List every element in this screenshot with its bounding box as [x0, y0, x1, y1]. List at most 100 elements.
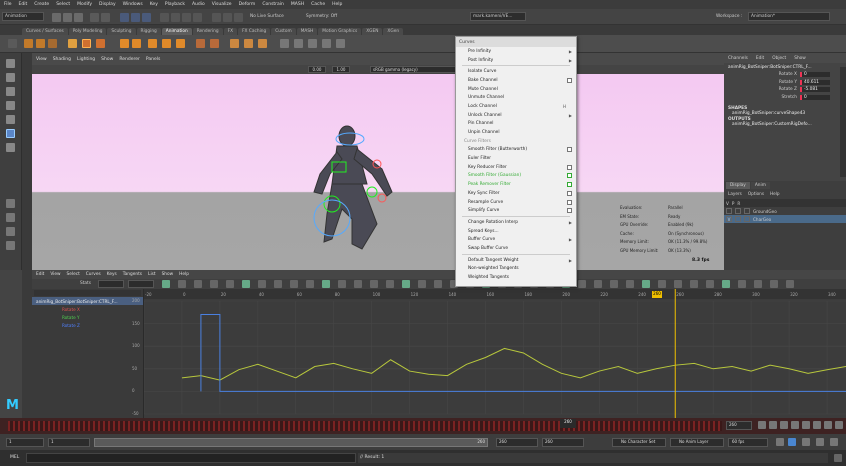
- outliner-channel-row[interactable]: Rotate Y: [32, 313, 143, 321]
- graph-menu-select[interactable]: Select: [67, 272, 80, 277]
- script-editor-icon[interactable]: [834, 454, 842, 462]
- menu-item-lock-channel[interactable]: Lock Channel H: [456, 102, 576, 111]
- menu-item-weighted-tangents[interactable]: Weighted Tangents: [456, 273, 576, 282]
- menu-item-smooth-filter-butterworth[interactable]: Smooth Filter (Butterworth): [456, 146, 576, 155]
- graph-tool-icon[interactable]: [386, 280, 394, 288]
- exposure-field[interactable]: 0.00: [308, 66, 326, 73]
- channel-menu-object[interactable]: Object: [772, 56, 786, 61]
- option-box-icon[interactable]: [567, 164, 572, 170]
- viewport-menu-panels[interactable]: Panels: [146, 57, 160, 62]
- shelf-tool-10-icon[interactable]: [162, 39, 171, 48]
- graph-menu-show[interactable]: Show: [162, 272, 174, 277]
- output-item[interactable]: animRig_BotSniper:CustomRigDefo...: [724, 122, 846, 127]
- anim-layer-dropdown[interactable]: No Anim Layer: [670, 438, 724, 447]
- new-scene-icon[interactable]: [52, 13, 61, 22]
- playback-button-icon[interactable]: [780, 421, 788, 429]
- paint-select-icon[interactable]: [6, 87, 15, 96]
- channel-row[interactable]: Stretch 0: [728, 94, 842, 102]
- current-frame-marker[interactable]: 260: [652, 291, 662, 298]
- layer-v-toggle[interactable]: V: [726, 216, 732, 222]
- menu-item-default-tangent-weight[interactable]: Default Tangent Weight ▶: [456, 256, 576, 265]
- layer-tab-anim[interactable]: Anim: [750, 182, 770, 189]
- end-time-field[interactable]: 260: [542, 438, 584, 447]
- snap-curve-icon[interactable]: [171, 13, 180, 22]
- layer-p-toggle[interactable]: [735, 208, 741, 214]
- preferences-icon[interactable]: [802, 438, 810, 446]
- menu-item-peak-remover-filter[interactable]: Peak Remover Filter: [456, 180, 576, 189]
- move-tool-icon[interactable]: [6, 101, 15, 110]
- graph-tool-icon[interactable]: [770, 280, 778, 288]
- menu-item-euler-filter[interactable]: Euler Filter: [456, 154, 576, 163]
- shelf-tab-fx-caching[interactable]: FX Caching: [238, 28, 271, 35]
- viewport-menu-shading[interactable]: Shading: [53, 57, 71, 62]
- graph-tool-icon[interactable]: [274, 280, 282, 288]
- ipr-render-icon[interactable]: [223, 13, 232, 22]
- menu-item-unmute-channel[interactable]: Unmute Channel: [456, 93, 576, 102]
- select-object-icon[interactable]: [131, 13, 140, 22]
- shelf-tool-21-icon[interactable]: [336, 39, 345, 48]
- graph-menu-help[interactable]: Help: [179, 272, 189, 277]
- option-box-icon[interactable]: [567, 173, 572, 179]
- shelf-tool-3-icon[interactable]: [48, 39, 57, 48]
- layer-menu-layers[interactable]: Layers: [728, 191, 742, 196]
- menu-visualize[interactable]: Visualize: [212, 2, 232, 7]
- menu-display[interactable]: Display: [99, 2, 116, 7]
- viewport-menu-show[interactable]: Show: [101, 57, 113, 62]
- shelf-tab-xgen[interactable]: XGen: [383, 28, 404, 35]
- graph-tool-icon[interactable]: [594, 280, 602, 288]
- layout-single-icon[interactable]: [6, 199, 15, 208]
- graph-menu-edit[interactable]: Edit: [36, 272, 44, 277]
- loop-icon[interactable]: [776, 438, 784, 446]
- graph-tool-icon[interactable]: [322, 280, 330, 288]
- playback-button-icon[interactable]: [758, 421, 766, 429]
- graph-tool-icon[interactable]: [706, 280, 714, 288]
- graph-editor-side-tab[interactable]: [22, 270, 32, 418]
- graph-menu-curves[interactable]: Curves: [86, 272, 101, 277]
- graph-menu-tangents[interactable]: Tangents: [123, 272, 142, 277]
- select-hierarchy-icon[interactable]: [120, 13, 129, 22]
- outliner-side-tab[interactable]: [22, 53, 32, 270]
- layer-p-toggle[interactable]: [735, 216, 741, 222]
- layer-r-toggle[interactable]: [744, 208, 750, 214]
- shelf-tool-17-icon[interactable]: [280, 39, 289, 48]
- snap-view-icon[interactable]: [193, 13, 202, 22]
- workspace-dropdown[interactable]: Animation*: [748, 12, 830, 21]
- playback-button-icon[interactable]: [813, 421, 821, 429]
- playback-options-icon[interactable]: [830, 438, 838, 446]
- live-surface-label[interactable]: No Live Surface: [250, 14, 284, 19]
- menu-help[interactable]: Help: [332, 2, 342, 7]
- menu-deform[interactable]: Deform: [239, 2, 256, 7]
- menu-item-bake-channel[interactable]: Bake Channel: [456, 76, 576, 85]
- shelf-tool-11-icon[interactable]: [176, 39, 185, 48]
- layer-r-toggle[interactable]: [744, 216, 750, 222]
- menu-item-isolate-curve[interactable]: Isolate Curve: [456, 67, 576, 76]
- layout-four-icon[interactable]: [6, 213, 15, 222]
- character-set-dropdown[interactable]: No Character Set: [612, 438, 666, 447]
- save-scene-icon[interactable]: [74, 13, 83, 22]
- graph-menu-view[interactable]: View: [50, 272, 60, 277]
- render-icon[interactable]: [212, 13, 221, 22]
- layer-row[interactable]: GroundGeo: [724, 207, 846, 215]
- menu-item-resample-curve[interactable]: Resample Curve: [456, 198, 576, 207]
- menu-item-unpin-channel[interactable]: Unpin Channel: [456, 128, 576, 137]
- graph-tool-icon[interactable]: [738, 280, 746, 288]
- select-tool-icon[interactable]: [6, 59, 15, 68]
- menu-cache[interactable]: Cache: [311, 2, 325, 7]
- menu-item-unlock-channel[interactable]: Unlock Channel ▶: [456, 111, 576, 120]
- menu-item-post-infinity[interactable]: Post Infinity ▶: [456, 56, 576, 65]
- shelf-tool-5-icon[interactable]: [82, 39, 91, 48]
- undo-icon[interactable]: [90, 13, 99, 22]
- graph-tool-icon[interactable]: [418, 280, 426, 288]
- graph-tool-icon[interactable]: [626, 280, 634, 288]
- option-box-icon[interactable]: [567, 199, 572, 205]
- command-input[interactable]: [26, 453, 356, 463]
- render-settings-icon[interactable]: [234, 13, 243, 22]
- menu-mash[interactable]: MASH: [291, 2, 304, 7]
- layer-v-toggle[interactable]: [726, 208, 732, 214]
- menu-item-spread-keys[interactable]: Spread Keys...: [456, 227, 576, 236]
- graph-tool-icon[interactable]: [578, 280, 586, 288]
- shelf-tool-7-icon[interactable]: [120, 39, 129, 48]
- shelf-tab-animation[interactable]: Animation: [161, 28, 192, 35]
- sound-icon[interactable]: [816, 438, 824, 446]
- playback-button-icon[interactable]: [802, 421, 810, 429]
